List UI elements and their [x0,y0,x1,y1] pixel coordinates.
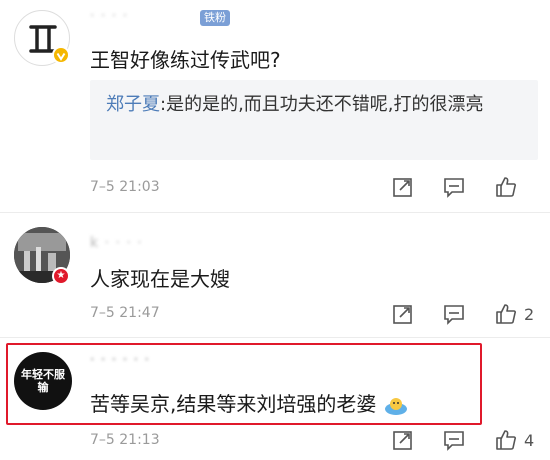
comment-button[interactable] [443,429,465,455]
reply-text: :是的是的,而且功夫还不错呢,打的很漂亮 [160,94,484,115]
comment-text: 人家现在是大嫂 [90,267,230,291]
like-count: 4 [524,431,535,450]
fan-badge: 铁粉 [200,10,230,26]
like-button[interactable] [494,428,518,456]
timestamp: 7–5 21:13 [90,432,160,448]
thumbs-up-icon [496,430,516,450]
username[interactable]: · · · · [90,8,128,24]
comment-icon [444,178,464,198]
vip-badge-icon [52,46,70,64]
comment-text: 王智好像练过传武吧? [90,48,281,72]
like-count: 2 [524,305,535,324]
reply-username[interactable]: 郑子夏 [106,94,160,115]
share-button[interactable] [392,176,414,202]
share-icon [393,431,412,450]
thumbs-up-icon [496,304,516,324]
timestamp: 7–5 21:03 [90,179,160,195]
like-button[interactable] [494,302,518,330]
verified-badge-icon: ★ [52,267,70,285]
share-icon [393,305,412,324]
comment-icon [444,431,464,451]
comment-button[interactable] [443,176,465,202]
comment-item: ★ k · · · · 人家现在是大嫂 7–5 21:47 2 [0,213,550,337]
share-button[interactable] [392,429,414,455]
username[interactable]: k · · · · [90,235,143,251]
share-icon [393,178,412,197]
timestamp: 7–5 21:47 [90,305,160,321]
reply-content: 郑子夏:是的是的,而且功夫还不错呢,打的很漂亮 [106,89,546,120]
like-button[interactable] [494,175,518,203]
share-button[interactable] [392,303,414,329]
comment-icon [444,305,464,325]
highlight-frame [6,343,482,425]
comment-item: · · · · 铁粉 王智好像练过传武吧? 郑子夏:是的是的,而且功夫还不错呢,… [0,0,550,212]
reply-box[interactable]: 郑子夏:是的是的,而且功夫还不错呢,打的很漂亮 [90,80,538,160]
comment-button[interactable] [443,303,465,329]
thumbs-up-icon [496,177,516,197]
